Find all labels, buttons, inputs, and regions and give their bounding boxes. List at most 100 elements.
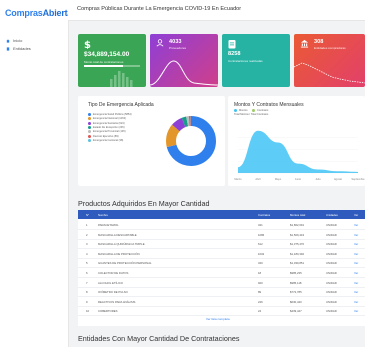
building-icon [6,46,10,51]
card-value: 4033 [169,39,182,45]
table-cell: UNIDAD [326,223,337,227]
table-cell: $1,375,470 [290,242,304,247]
legend-swatch [88,117,91,121]
legend-label: Decreto Ejecutivo (89) [93,134,119,138]
column-header: Nombre [98,213,108,217]
card-label: Entidades compradoras [314,46,346,50]
view-link[interactable]: Ver [354,252,358,256]
view-link[interactable]: Ver [354,300,358,304]
table-cell: $439,447 [290,309,302,314]
bar-sparkline [110,71,133,87]
table-row: 3 MASCARILLA QUIRÚRGICA TRIPLE 612 $1,375,4… [78,239,365,250]
line-sparkline [294,62,365,84]
view-all-link[interactable]: Ver lista completa [206,317,230,321]
dollar-icon: $ [84,40,91,49]
table-row: 5 GUANTES DE PROTECCIÓN PERSONAL 340 $1,039… [78,258,365,269]
table-row: 10 COBERTORES 24 $439,447 UNIDAD Ver [78,306,365,317]
legend-label: Emergencia Cantonal (38) [93,138,124,142]
legend-item[interactable]: Emergencia Cantonal (38) [88,138,124,142]
table-cell: 612 [258,242,263,247]
emergency-chart-panel: Tipo De Emergencia Aplicada Emergencia S… [78,96,225,186]
table-cell: UNIDAD [326,271,337,275]
card-contracts[interactable]: 8258 Contrataciones realizadas [222,34,290,87]
table-row: 4 MASCARILLA DE PROTECCIÓN 1002 $1,180,392 U… [78,249,365,259]
table-cell: $1,862,691 [290,223,304,227]
x-tick-label: Abril [255,177,261,181]
table-cell: COBERTORES [98,309,118,314]
x-tick-label: Marzo [234,177,242,181]
table-cell: PARACETAMOL [98,223,119,227]
view-link[interactable]: Ver [354,223,358,227]
table-cell: 6 [86,271,88,275]
table-cell: OXÍMETRO DE PULSO [98,290,128,295]
legend-label: Emergencia Sanitaria (624) [93,121,125,125]
table-cell: 341 [258,223,263,227]
home-icon [6,38,10,43]
card-label: Contrataciones realizadas [228,59,263,63]
table-row: 7 ALCOHOL ETÍLICO 920 $985,118 UNIDAD Ver [78,278,365,288]
card-entities[interactable]: 308 Entidades compradoras [294,34,365,87]
table-cell: 340 [258,261,263,266]
table-cell: MASCARILLA DE PROTECCIÓN [98,251,140,256]
x-tick-label: Junio [295,177,302,181]
view-link[interactable]: Ver [354,271,358,275]
table-row: 9 REACTIVOS PARA ANÁLISIS 246 $630,440 UNIDA… [78,297,365,307]
table-cell: 7 [86,280,88,285]
column-header: Ver [354,213,359,217]
x-tick-label: Mayo [275,177,282,181]
legend-item[interactable]: Emergencia Salud Pública (5854) [88,113,132,116]
table-cell: $630,440 [290,299,302,304]
legend-label: Emergencia Nacional (1263) [93,117,126,121]
x-tick-label: Agosto [334,177,343,181]
legend-item[interactable]: Estado De Excepción (245) [88,125,125,129]
view-link[interactable]: Ver [354,233,358,237]
donut-chart [166,116,216,166]
column-header: N° [86,213,90,217]
page-title: Compras Públicas Durante La Emergencia C… [77,6,242,12]
clipboard-icon [228,40,236,49]
card-value: 8258 [228,51,241,57]
table-cell: $772,785 [290,290,302,295]
legend-swatch [88,134,91,138]
card-providers[interactable]: 4033 Proveedores [150,34,218,87]
series-montos-area[interactable] [238,130,358,173]
table-row: 8 OXÍMETRO DE PULSO 89 $772,785 UNIDAD Ver [78,287,365,298]
sidebar-item-inicio[interactable]: Inicio [6,38,22,43]
monthly-chart-panel: Montos Y Contratos Mensuales Montos Cont… [228,96,365,186]
table-cell: REACTIVOS PARA ANÁLISIS [98,299,136,304]
section-title: Entidades Con Mayor Cantidad De Contrata… [78,334,240,343]
card-total-amount[interactable]: $ $34,889,154.00 Monto total de contrata… [78,34,146,87]
legend-item[interactable]: Decreto Ejecutivo (89) [88,134,119,138]
card-value: 308 [314,39,324,45]
brand-logo[interactable]: ComprasAbiertas [5,8,77,18]
table-cell: UNIDAD [326,309,337,314]
table-row: 2 MASCARILLA DESCARTABLE 1086 $1,509,443 UNI… [78,230,365,240]
legend-label: Emergencia Salud Pública (5854) [93,113,132,116]
table-cell: 5 [86,261,88,266]
table-cell: UNIDAD [326,251,337,256]
table-cell: $985,118 [290,280,302,285]
table-cell: 1002 [258,251,265,256]
view-link[interactable]: Ver [354,290,358,294]
table-cell: $1,039,851 [290,261,304,266]
legend-item[interactable]: Emergencia Nacional (1263) [88,117,126,121]
legend-item[interactable]: Emergencia Provincial (145) [88,130,126,134]
x-tick-label: Septiembre [351,177,365,181]
sidebar-item-entidades[interactable]: Entidades [6,46,31,51]
column-header: Contratos [258,213,271,217]
legend-item[interactable]: Emergencia Sanitaria (624) [88,121,125,125]
table-cell: 3 [86,242,88,247]
view-link[interactable]: Ver [354,261,358,265]
view-link[interactable]: Ver [354,281,358,285]
view-link[interactable]: Ver [354,309,358,313]
sidebar: ComprasAbiertas Inicio Entidades [0,0,77,347]
legend-label: Emergencia Provincial (145) [93,130,126,134]
table-cell: 24 [258,309,262,314]
table-cell: $1,180,392 [290,251,304,256]
x-tick-label: Julio [315,177,321,181]
chart-title: Tipo De Emergencia Aplicada [88,102,154,108]
svg-text:$: $ [84,40,91,49]
table-cell: 1 [86,223,88,227]
table-cell: UNIDAD [326,280,337,285]
view-link[interactable]: Ver [354,242,358,246]
